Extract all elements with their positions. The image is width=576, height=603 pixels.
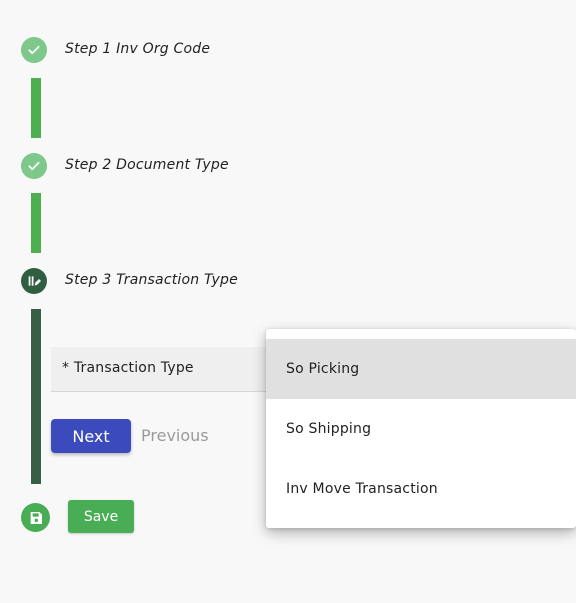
step-connector-2 xyxy=(31,193,41,253)
step-1-check-icon xyxy=(21,37,47,63)
dropdown-option-inv-move-transaction[interactable]: Inv Move Transaction xyxy=(266,459,576,519)
step-3-active-icon xyxy=(21,268,47,294)
save-button[interactable]: Save xyxy=(68,500,134,533)
transaction-type-label: * Transaction Type xyxy=(62,360,194,376)
step-3-label: Step 3 Transaction Type xyxy=(65,272,238,288)
next-button[interactable]: Next xyxy=(51,419,131,453)
step-2-label: Step 2 Document Type xyxy=(65,157,229,173)
stepper-page: Step 1 Inv Org Code Step 2 Document Type… xyxy=(0,0,576,603)
step-connector-3 xyxy=(31,309,41,484)
step-1-label: Step 1 Inv Org Code xyxy=(65,41,211,57)
save-icon xyxy=(21,503,50,532)
step-connector-1 xyxy=(31,78,41,138)
dropdown-option-so-picking[interactable]: So Picking xyxy=(266,339,576,399)
transaction-type-dropdown-menu: So Picking So Shipping Inv Move Transact… xyxy=(266,329,576,528)
previous-button[interactable]: Previous xyxy=(141,426,209,445)
step-2-check-icon xyxy=(21,153,47,179)
dropdown-option-so-shipping[interactable]: So Shipping xyxy=(266,399,576,459)
